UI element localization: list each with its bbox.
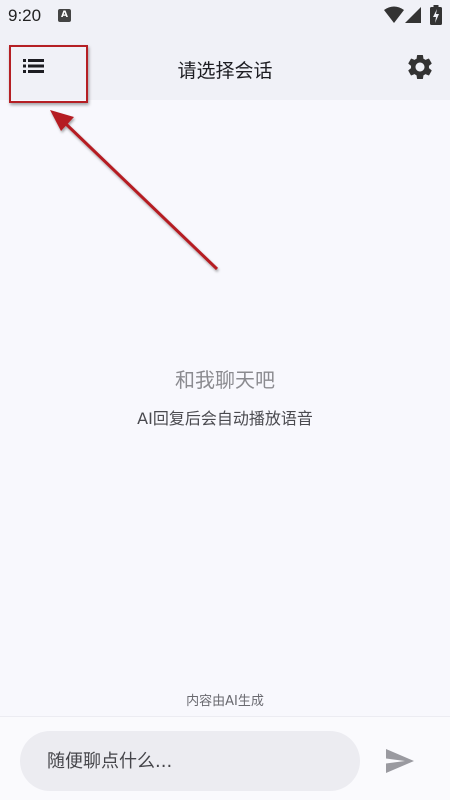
status-time: 9:20	[8, 6, 42, 25]
empty-state-title: 和我聊天吧	[175, 368, 275, 392]
settings-button[interactable]	[405, 52, 435, 82]
send-button[interactable]	[384, 747, 416, 775]
send-icon	[386, 749, 414, 773]
signal-icon	[405, 7, 421, 23]
composer-bar	[0, 716, 450, 800]
chat-screen: 9:20 A 请选择会话 和我聊天吧 AI回复后会自动播放语音 内容由AI生成 …	[0, 0, 450, 800]
message-input[interactable]	[20, 731, 360, 791]
gear-icon	[408, 54, 432, 79]
ai-generated-note: 内容由AI生成	[186, 694, 264, 709]
annotation-arrow	[50, 110, 219, 271]
status-bar: 9:20 A	[0, 0, 450, 34]
notification-a-icon: A	[58, 9, 71, 22]
wifi-icon	[384, 6, 404, 23]
battery-charging-icon	[430, 5, 442, 25]
empty-state-subtitle: AI回复后会自动播放语音	[137, 409, 313, 428]
annotation-highlight-box	[9, 45, 88, 103]
